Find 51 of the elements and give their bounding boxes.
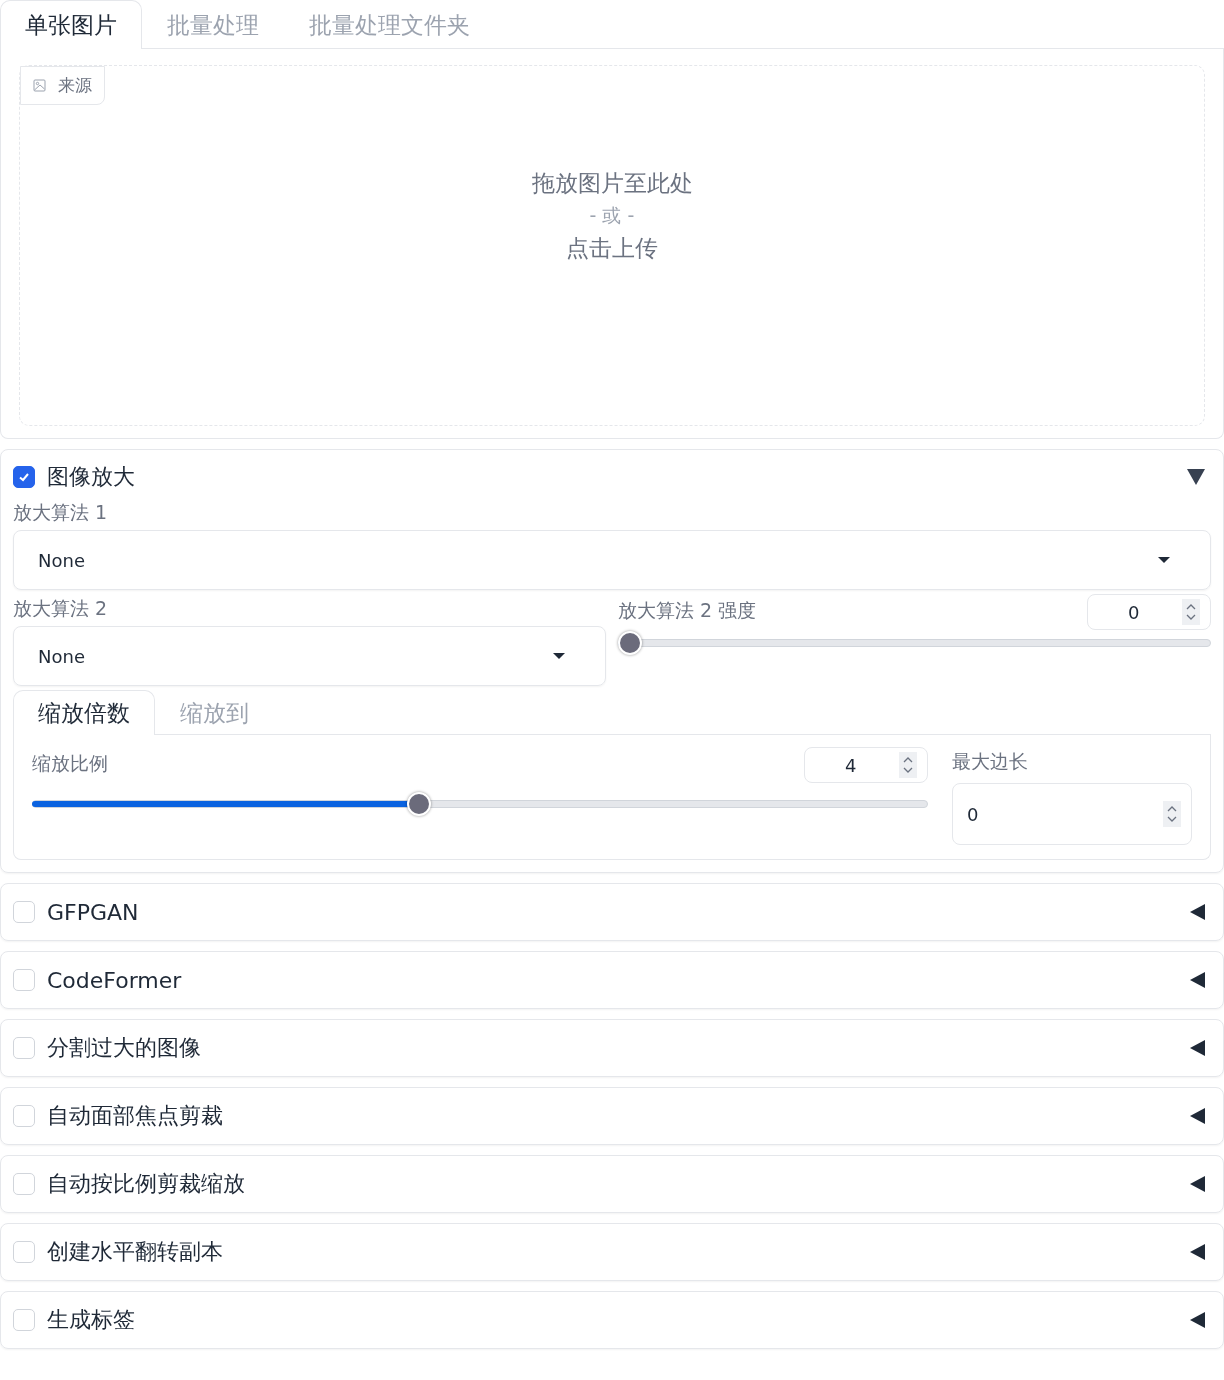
accordion[interactable]: 自动面部焦点剪裁 — [0, 1087, 1224, 1145]
section-title: 自动按比例剪裁缩放 — [47, 1170, 246, 1198]
or-text: - 或 - — [589, 202, 635, 228]
spinner-icon[interactable] — [1182, 599, 1200, 625]
slider[interactable] — [32, 791, 928, 817]
accordion[interactable]: GFPGAN — [0, 883, 1224, 941]
field-label: 缩放比例 — [32, 751, 108, 776]
number-field[interactable]: 4 — [804, 747, 928, 783]
spinner-icon[interactable] — [899, 752, 917, 778]
caret-icon — [553, 653, 565, 659]
section-title: 自动面部焦点剪裁 — [47, 1102, 224, 1130]
tab[interactable]: 单张图片 — [0, 0, 142, 49]
accordion[interactable]: 创建水平翻转副本 — [0, 1223, 1224, 1281]
section-title: 创建水平翻转副本 — [47, 1238, 224, 1266]
field-label: 放大算法 1 — [13, 500, 109, 525]
section-title: 生成标签 — [47, 1306, 136, 1334]
caret-icon[interactable] — [1190, 1312, 1205, 1328]
section-title: CodeFormer — [47, 967, 183, 993]
caret-icon[interactable] — [1187, 469, 1205, 485]
checkbox[interactable] — [13, 466, 35, 488]
accordion[interactable]: CodeFormer — [0, 951, 1224, 1009]
image-icon — [33, 79, 46, 92]
accordion[interactable]: 生成标签 — [0, 1291, 1224, 1349]
caret-icon[interactable] — [1190, 1176, 1205, 1192]
field-label: 最大边长 — [952, 749, 1029, 774]
number-field[interactable]: 0 — [1087, 594, 1211, 630]
drop-text: 拖放图片至此处 — [531, 168, 693, 198]
section-title: 分割过大的图像 — [47, 1034, 202, 1062]
slider-thumb[interactable] — [406, 792, 431, 816]
slider-thumb[interactable] — [618, 631, 642, 655]
field-label: 放大算法 2 — [13, 596, 109, 621]
accordion[interactable]: 分割过大的图像 — [0, 1019, 1224, 1077]
upload-text: 点击上传 — [566, 233, 658, 263]
dropdown[interactable]: None — [13, 530, 1211, 590]
slider[interactable] — [618, 630, 1211, 656]
number-field[interactable]: 0 — [952, 783, 1192, 845]
caret-icon[interactable] — [1190, 972, 1205, 988]
caret-icon[interactable] — [1190, 1244, 1205, 1260]
field-label: 放大算法 2 强度 — [618, 598, 757, 623]
drop-zone[interactable]: 来源 拖放图片至此处 - 或 - 点击上传 — [19, 65, 1205, 426]
spinner-icon[interactable] — [1163, 801, 1181, 827]
section-title: 图像放大 — [47, 463, 136, 491]
accordion[interactable]: 自动按比例剪裁缩放 — [0, 1155, 1224, 1213]
dropdown[interactable]: None — [13, 626, 606, 686]
section-title: GFPGAN — [47, 899, 140, 925]
tab[interactable]: 缩放倍数 — [13, 690, 155, 735]
caret-icon[interactable] — [1190, 1040, 1205, 1056]
caret-icon[interactable] — [1190, 904, 1205, 920]
source-text: 来源 — [58, 74, 92, 97]
caret-icon — [1158, 557, 1170, 563]
caret-icon[interactable] — [1190, 1108, 1205, 1124]
